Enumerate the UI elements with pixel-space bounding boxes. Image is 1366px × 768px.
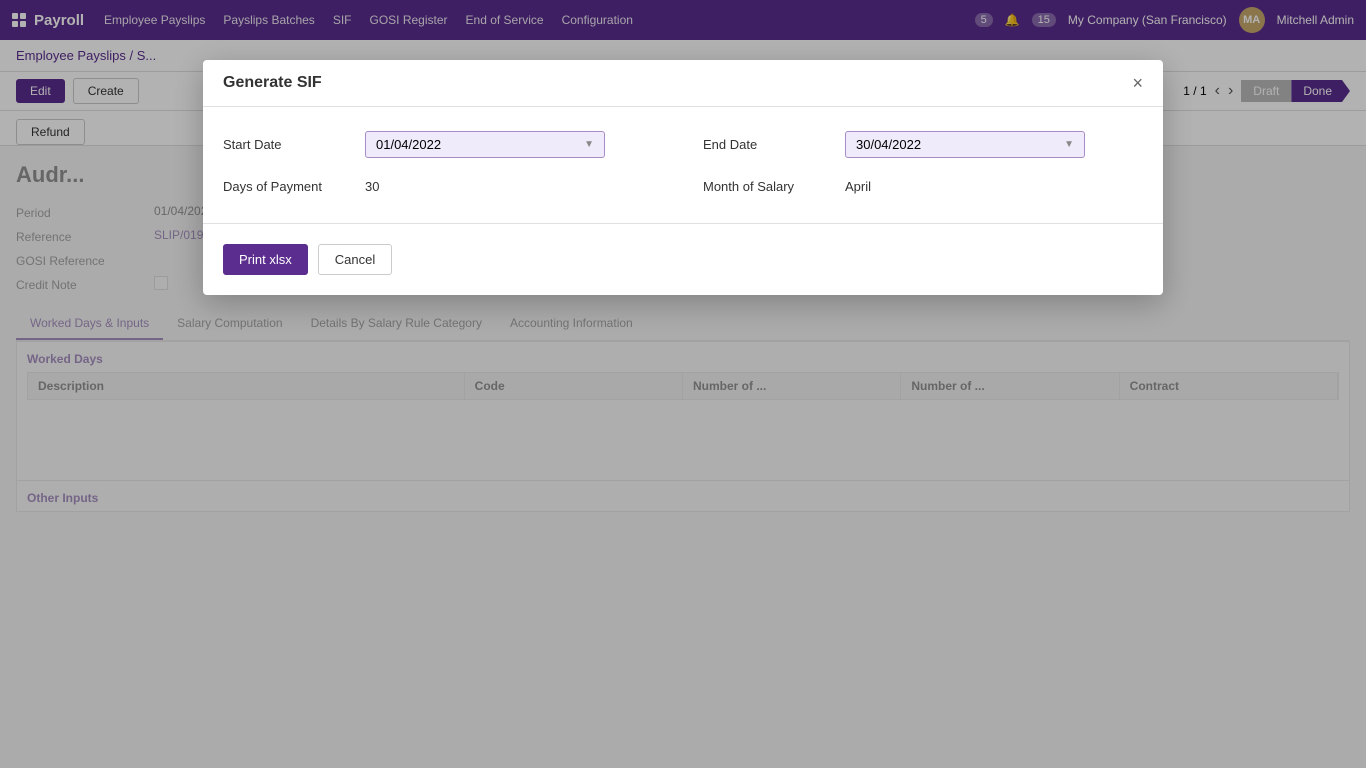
start-date-label: Start Date — [223, 137, 353, 152]
generate-sif-modal: Generate SIF × Start Date 01/04/2022 ▼ E… — [203, 60, 1163, 295]
month-of-salary-label: Month of Salary — [703, 179, 833, 194]
days-of-payment-value: 30 — [365, 174, 379, 199]
modal-header: Generate SIF × — [203, 60, 1163, 107]
start-date-field: Start Date 01/04/2022 ▼ — [223, 131, 663, 158]
end-date-input[interactable]: 30/04/2022 ▼ — [845, 131, 1085, 158]
month-of-salary-value: April — [845, 174, 871, 199]
dropdown-icon: ▼ — [584, 139, 594, 150]
cancel-button[interactable]: Cancel — [318, 244, 392, 275]
print-xlsx-button[interactable]: Print xlsx — [223, 244, 308, 275]
days-of-payment-field: Days of Payment 30 — [223, 174, 663, 199]
end-date-label: End Date — [703, 137, 833, 152]
modal-actions: Print xlsx Cancel — [223, 244, 1143, 275]
modal-form: Start Date 01/04/2022 ▼ End Date 30/04/2… — [223, 131, 1143, 199]
dropdown-icon: ▼ — [1064, 139, 1074, 150]
modal-divider — [203, 223, 1163, 224]
modal-title: Generate SIF — [223, 74, 322, 92]
start-date-input[interactable]: 01/04/2022 ▼ — [365, 131, 605, 158]
modal-close-button[interactable]: × — [1132, 74, 1143, 92]
modal-body: Start Date 01/04/2022 ▼ End Date 30/04/2… — [203, 107, 1163, 295]
modal-overlay: Generate SIF × Start Date 01/04/2022 ▼ E… — [0, 0, 1366, 768]
month-of-salary-field: Month of Salary April — [703, 174, 1143, 199]
days-of-payment-label: Days of Payment — [223, 179, 353, 194]
end-date-field: End Date 30/04/2022 ▼ — [703, 131, 1143, 158]
